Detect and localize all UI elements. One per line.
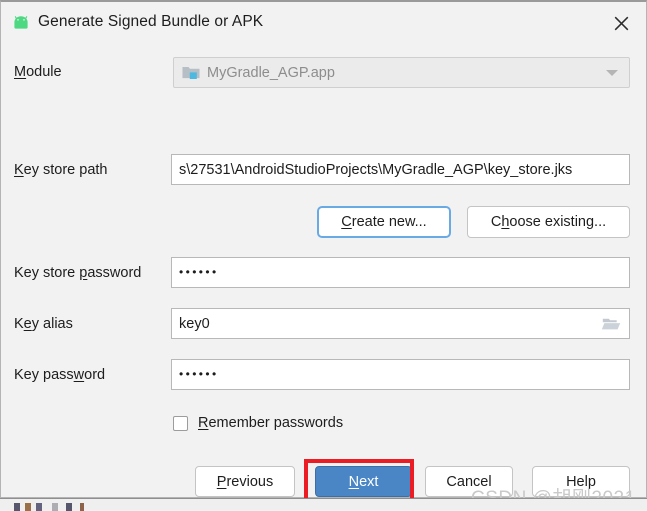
keystore-path-label-rest: ey store path: [23, 162, 108, 178]
module-label-rest: odule: [26, 64, 62, 80]
background-window-strip: [0, 498, 647, 511]
remember-passwords-row[interactable]: Remember passwords: [173, 411, 343, 435]
create-new-rest: reate new...: [351, 214, 427, 230]
key-password-label: Key password: [14, 367, 105, 383]
remember-passwords-label: Remember passwords: [198, 415, 343, 431]
keystore-path-value: s\27531\AndroidStudioProjects\MyGradle_A…: [179, 161, 573, 178]
key-password-label-pre: Key pass: [14, 367, 74, 383]
previous-rest: revious: [226, 473, 274, 490]
next-mnemonic: N: [348, 473, 360, 490]
module-label: Module: [14, 64, 62, 80]
keystore-password-value: ••••••: [179, 265, 219, 279]
keystore-password-label-pre: Key store: [14, 265, 80, 281]
choose-existing-mnemonic: h: [501, 214, 510, 230]
android-robot-icon: [12, 15, 30, 31]
create-new-mnemonic: C: [341, 214, 352, 230]
folder-open-icon[interactable]: [601, 316, 621, 331]
remember-passwords-mnemonic: R: [198, 415, 209, 431]
dialog-title-bar: Generate Signed Bundle or APK: [1, 2, 646, 44]
key-alias-label: Key alias: [14, 316, 73, 332]
module-value: MyGradle_AGP.app: [207, 64, 335, 81]
previous-mnemonic: P: [216, 473, 227, 490]
keystore-password-input[interactable]: ••••••: [171, 257, 630, 288]
previous-button[interactable]: Previous: [195, 466, 295, 497]
keystore-password-label: Key store password: [14, 265, 141, 281]
module-folder-icon: [182, 65, 200, 80]
next-button[interactable]: Next: [315, 466, 412, 497]
close-icon[interactable]: [602, 7, 640, 39]
key-alias-input[interactable]: key0: [171, 308, 630, 339]
key-alias-value: key0: [179, 315, 210, 332]
chevron-down-icon[interactable]: [606, 69, 618, 76]
keystore-path-input[interactable]: s\27531\AndroidStudioProjects\MyGradle_A…: [171, 154, 630, 185]
dialog-title: Generate Signed Bundle or APK: [38, 13, 264, 30]
key-alias-label-pre: K: [14, 316, 24, 332]
next-rest: ext: [359, 473, 379, 490]
choose-existing-button[interactable]: Ch oose existing...: [467, 206, 630, 238]
key-password-label-mnemonic: w: [73, 367, 85, 383]
key-alias-label-rest: y alias: [31, 316, 73, 332]
choose-existing-rest: oose existing...: [509, 214, 607, 230]
keystore-path-label: Key store path: [14, 162, 108, 178]
keystore-path-label-mnemonic: K: [14, 162, 24, 178]
choose-existing-pre: C: [490, 214, 502, 230]
key-password-input[interactable]: ••••••: [171, 359, 630, 390]
keystore-password-label-rest: assword: [87, 265, 142, 281]
remember-passwords-checkbox[interactable]: [173, 415, 188, 431]
generate-signed-bundle-dialog: Generate Signed Bundle or APK Module MyG…: [0, 0, 647, 509]
key-alias-label-mnemonic: e: [23, 316, 32, 332]
module-combobox[interactable]: MyGradle_AGP.app: [173, 57, 630, 88]
create-new-button[interactable]: Create new...: [317, 206, 451, 238]
remember-passwords-rest: emember passwords: [208, 415, 344, 431]
key-password-value: ••••••: [179, 367, 219, 381]
key-password-label-rest: ord: [84, 367, 106, 383]
module-label-mnemonic: M: [14, 64, 27, 80]
